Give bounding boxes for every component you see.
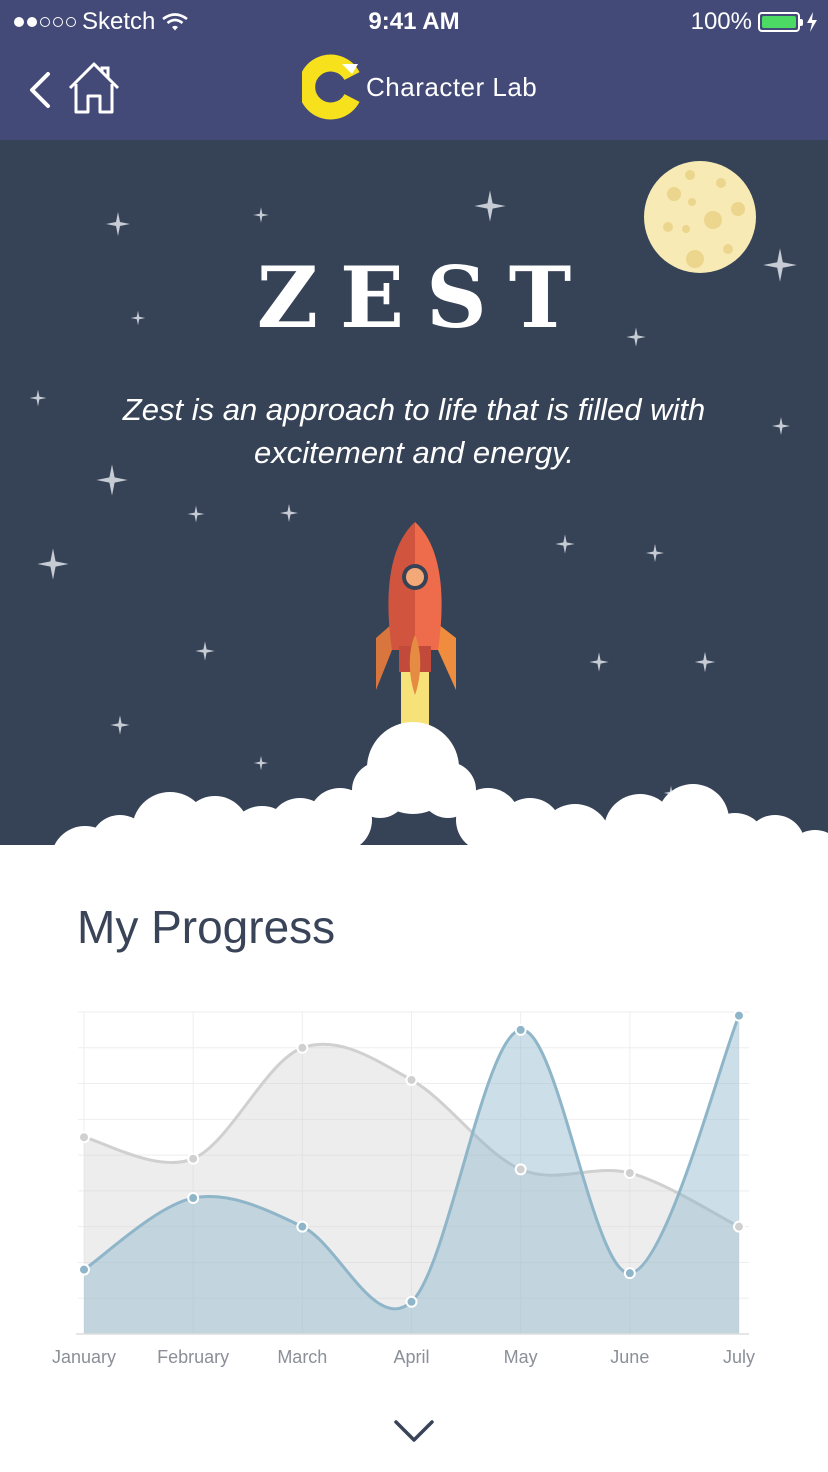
data-point-series-1[interactable] xyxy=(296,1041,309,1054)
x-tick-label: May xyxy=(504,1347,538,1367)
data-point-series-2[interactable] xyxy=(187,1192,200,1205)
x-tick-label: June xyxy=(610,1347,649,1367)
trait-description: Zest is an approach to life that is fill… xyxy=(122,392,706,470)
progress-chart: January February March April May June July xyxy=(52,1009,755,1367)
data-point-series-1[interactable] xyxy=(623,1167,636,1179)
home-icon xyxy=(68,62,120,114)
character-lab-logo-icon xyxy=(302,54,360,120)
trait-title: ZEST xyxy=(256,248,594,347)
progress-title: My Progress xyxy=(77,901,336,953)
data-point-series-2[interactable] xyxy=(514,1023,527,1036)
x-tick-label: January xyxy=(52,1347,116,1367)
data-point-series-2[interactable] xyxy=(405,1295,418,1308)
data-point-series-1[interactable] xyxy=(78,1131,90,1144)
data-point-series-1[interactable] xyxy=(187,1152,200,1165)
chevron-down-icon xyxy=(394,1420,434,1442)
chevron-left-icon xyxy=(30,72,50,108)
x-tick-label: July xyxy=(723,1347,755,1367)
data-point-series-1[interactable] xyxy=(514,1163,527,1176)
data-point-series-2[interactable] xyxy=(78,1263,90,1276)
data-point-series-2[interactable] xyxy=(623,1267,636,1280)
data-point-series-1[interactable] xyxy=(733,1220,745,1233)
data-point-series-1[interactable] xyxy=(405,1073,418,1086)
battery-percent: 100% xyxy=(690,8,752,35)
x-tick-label: February xyxy=(157,1347,229,1367)
data-point-series-2[interactable] xyxy=(733,1009,745,1022)
rocket-icon xyxy=(376,522,456,740)
expand-button[interactable] xyxy=(390,1410,438,1450)
data-point-series-2[interactable] xyxy=(296,1220,309,1233)
battery-group: 100% xyxy=(691,8,818,36)
clouds xyxy=(0,722,828,880)
x-tick-label: March xyxy=(277,1347,327,1367)
battery-icon xyxy=(758,12,803,32)
status-bar: Sketch 9:41 AM 100% xyxy=(0,0,828,46)
x-tick-label: April xyxy=(393,1347,429,1367)
app-logo: Character Lab xyxy=(302,54,537,120)
back-button[interactable] xyxy=(24,68,58,112)
nav-bar: Character Lab xyxy=(0,46,828,140)
hero-banner: ZEST Zest is an approach to life that is… xyxy=(0,140,828,880)
charging-icon xyxy=(807,12,817,32)
brand-name: Character Lab xyxy=(366,71,538,102)
home-button[interactable] xyxy=(66,60,122,116)
